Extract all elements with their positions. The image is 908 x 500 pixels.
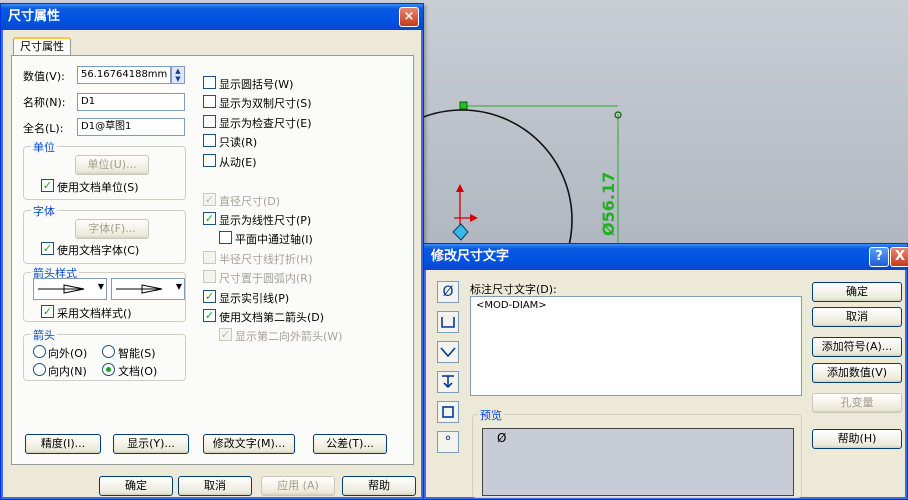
- ok-button[interactable]: 确定: [99, 476, 173, 496]
- arrow-in-radio[interactable]: [33, 363, 46, 376]
- dimension-handle: [459, 101, 468, 110]
- option-checkbox[interactable]: [203, 76, 216, 89]
- diameter-icon[interactable]: Ø: [437, 281, 459, 303]
- arrow-style-right-select[interactable]: ▼: [111, 278, 185, 300]
- option-checkbox[interactable]: [203, 134, 216, 147]
- name-label: 名称(N):: [23, 96, 66, 109]
- font-button[interactable]: 字体(F)...: [75, 219, 149, 239]
- cancel-button[interactable]: 取消: [178, 476, 252, 496]
- precision-button[interactable]: 精度(I)...: [25, 434, 101, 454]
- preview-text: Ø: [497, 431, 507, 445]
- option-checkbox[interactable]: [219, 231, 232, 244]
- apply-button[interactable]: 应用 (A): [261, 476, 335, 496]
- option-label: 使用文档第二箭头(D): [219, 311, 325, 324]
- ok-button[interactable]: 确定: [812, 282, 902, 302]
- help-button[interactable]: 帮助: [342, 476, 416, 496]
- arrow-smart-label: 智能(S): [118, 347, 156, 360]
- arrow-out-radio[interactable]: [33, 345, 46, 358]
- option-checkbox[interactable]: ✓: [219, 328, 232, 341]
- depth-icon[interactable]: [437, 371, 459, 393]
- value-spinner[interactable]: ▲ ▼: [171, 66, 185, 84]
- use-doc-font-label: 使用文档字体(C): [57, 244, 140, 257]
- option-label: 半径尺寸线打折(H): [219, 253, 313, 266]
- font-group-title: 字体: [31, 203, 57, 219]
- unit-group-title: 单位: [31, 139, 57, 155]
- add-value-button[interactable]: 添加数值(V): [812, 363, 902, 383]
- option-label: 平面中通过轴(I): [235, 233, 313, 246]
- arrow-style-left-select[interactable]: ▼: [33, 278, 107, 300]
- option-label: 显示圆括号(W): [219, 78, 294, 91]
- cancel-button[interactable]: 取消: [812, 307, 902, 327]
- hole-variable-button[interactable]: 孔变量: [812, 393, 902, 413]
- preview-box: Ø: [482, 428, 794, 496]
- option-checkbox[interactable]: ✓: [203, 212, 216, 225]
- option-checkbox[interactable]: [203, 154, 216, 167]
- option-checkbox[interactable]: [203, 115, 216, 128]
- dialog-title: 尺寸属性: [1, 4, 423, 30]
- fullname-label: 全名(L):: [23, 122, 64, 135]
- arrow-smart-radio[interactable]: [102, 345, 115, 358]
- use-doc-units-checkbox[interactable]: ✓: [41, 179, 54, 192]
- chevron-down-icon: ▼: [97, 282, 104, 291]
- counterbore-icon[interactable]: [437, 311, 459, 333]
- modify-dimension-text-dialog: 修改尺寸文字 ? X Ø ° 标注尺寸文字(D): <MOD-DIAM> 预览 …: [423, 243, 908, 500]
- option-checkbox[interactable]: [203, 95, 216, 108]
- use-doc-units-label: 使用文档单位(S): [57, 181, 139, 194]
- modify-text-button[interactable]: 修改文字(M)...: [203, 434, 295, 454]
- add-symbol-button[interactable]: 添加符号(A)...: [812, 337, 902, 357]
- arrow-doc-label: 文档(O): [118, 365, 158, 378]
- arrow-right-icon: [116, 284, 163, 294]
- help-button[interactable]: 帮助(H): [812, 429, 902, 449]
- value-field[interactable]: 56.16764188mm: [77, 66, 171, 84]
- unit-button[interactable]: 单位(U)...: [75, 155, 149, 175]
- dimension-properties-dialog: 尺寸属性 × 尺寸属性 数值(V): 56.16764188mm ▲ ▼ 名称(N…: [0, 3, 424, 500]
- square-icon[interactable]: [437, 401, 459, 423]
- origin-icon: [452, 184, 478, 241]
- value-label: 数值(V):: [23, 70, 65, 83]
- preview-group-title: 预览: [478, 407, 504, 423]
- arrow-doc-radio[interactable]: [102, 363, 115, 376]
- option-checkbox[interactable]: ✓: [203, 290, 216, 303]
- use-doc-style-label: 采用文档样式(): [57, 307, 132, 320]
- countersink-icon[interactable]: [437, 341, 459, 363]
- option-label: 显示第二向外箭头(W): [235, 330, 343, 343]
- use-doc-font-checkbox[interactable]: ✓: [41, 242, 54, 255]
- dimension-text-value: <MOD-DIAM>: [476, 300, 547, 311]
- arrow-left-icon: [38, 284, 85, 294]
- option-label: 尺寸置于圆弧内(R): [219, 272, 313, 285]
- dimension-text-label: 标注尺寸文字(D):: [470, 283, 557, 296]
- dialog-title: 修改尺寸文字: [424, 244, 907, 270]
- arrow-in-label: 向内(N): [48, 365, 87, 378]
- close-icon[interactable]: ×: [399, 7, 419, 27]
- option-label: 显示为双制尺寸(S): [219, 97, 312, 110]
- option-label: 显示为检查尺寸(E): [219, 117, 312, 130]
- name-field[interactable]: D1: [77, 93, 185, 111]
- dimension-text: Ø56.17: [599, 172, 618, 236]
- close-icon[interactable]: X: [890, 247, 908, 267]
- display-button[interactable]: 显示(Y)...: [113, 434, 189, 454]
- option-label: 显示实引线(P): [219, 292, 290, 305]
- option-checkbox[interactable]: [203, 251, 216, 264]
- chevron-down-icon: ▼: [175, 282, 182, 291]
- dimension-text-field[interactable]: <MOD-DIAM>: [470, 296, 802, 396]
- fullname-field[interactable]: D1@草图1: [77, 118, 185, 136]
- option-label: 直径尺寸(D): [219, 195, 281, 208]
- tolerance-button[interactable]: 公差(T)...: [313, 434, 387, 454]
- use-doc-style-checkbox[interactable]: ✓: [41, 305, 54, 318]
- option-checkbox[interactable]: [203, 270, 216, 283]
- arrows-group-title: 箭头: [31, 327, 57, 343]
- option-label: 从动(E): [219, 156, 257, 169]
- option-label: 显示为线性尺寸(P): [219, 214, 312, 227]
- help-icon[interactable]: ?: [869, 247, 889, 267]
- option-label: 只读(R): [219, 136, 258, 149]
- option-checkbox[interactable]: ✓: [203, 193, 216, 206]
- option-checkbox[interactable]: ✓: [203, 309, 216, 322]
- arrow-out-label: 向外(O): [48, 347, 88, 360]
- tab-dimension-properties[interactable]: 尺寸属性: [13, 37, 71, 55]
- degree-icon[interactable]: °: [437, 431, 459, 453]
